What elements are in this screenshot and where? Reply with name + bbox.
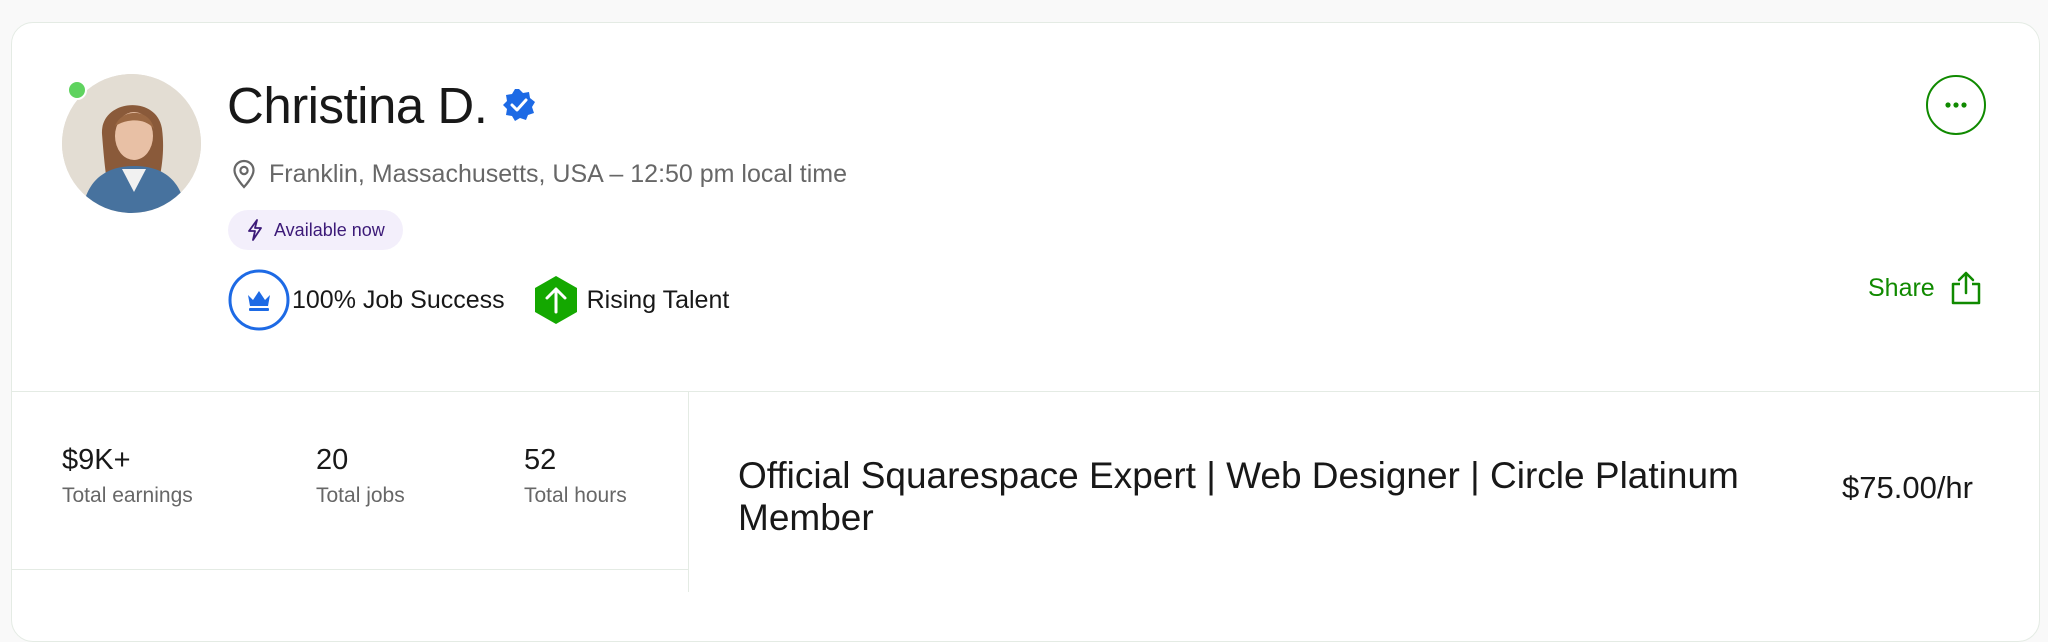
location-pin-icon <box>233 159 255 189</box>
name-row: Christina D. <box>227 70 536 140</box>
share-button[interactable]: Share <box>1868 268 1983 308</box>
location-text: Franklin, Massachusetts, USA – 12:50 pm … <box>269 159 848 188</box>
badges-row: 100% Job Success Rising Talent <box>228 268 729 332</box>
share-icon <box>1951 271 1980 305</box>
more-options-button[interactable] <box>1926 75 1986 135</box>
location-row: Franklin, Massachusetts, USA – 12:50 pm … <box>232 157 847 191</box>
ellipsis-icon <box>1945 102 1967 108</box>
rising-talent-text: Rising Talent <box>586 285 730 314</box>
stat-label: Total jobs <box>316 484 405 507</box>
stat-value: 20 <box>316 444 349 476</box>
share-label: Share <box>1868 273 1935 302</box>
job-success-text: 100% Job Success <box>292 285 505 314</box>
stat-value: 52 <box>524 444 557 476</box>
stats-divider <box>11 569 688 570</box>
job-success-crown-icon <box>228 269 290 331</box>
profile-name: Christina D. <box>227 76 488 134</box>
rising-talent-icon <box>534 276 577 324</box>
column-divider <box>688 392 689 592</box>
stat-value: $9K+ <box>62 444 131 476</box>
availability-text: Available now <box>274 219 385 240</box>
stat-label: Total hours <box>524 484 627 507</box>
profile-headline: Official Squarespace Expert | Web Design… <box>738 455 1739 538</box>
section-divider <box>11 391 2040 392</box>
hourly-rate: $75.00/hr <box>1842 470 1973 505</box>
lightning-bolt-icon <box>248 219 262 241</box>
stat-total-earnings: $9K+ Total earnings <box>62 442 193 508</box>
stat-label: Total earnings <box>62 484 193 507</box>
online-status-indicator <box>67 80 87 100</box>
stat-total-jobs: 20 Total jobs <box>316 442 405 508</box>
stat-total-hours: 52 Total hours <box>524 442 627 508</box>
availability-badge: Available now <box>228 210 403 250</box>
verified-badge-icon <box>503 89 536 121</box>
